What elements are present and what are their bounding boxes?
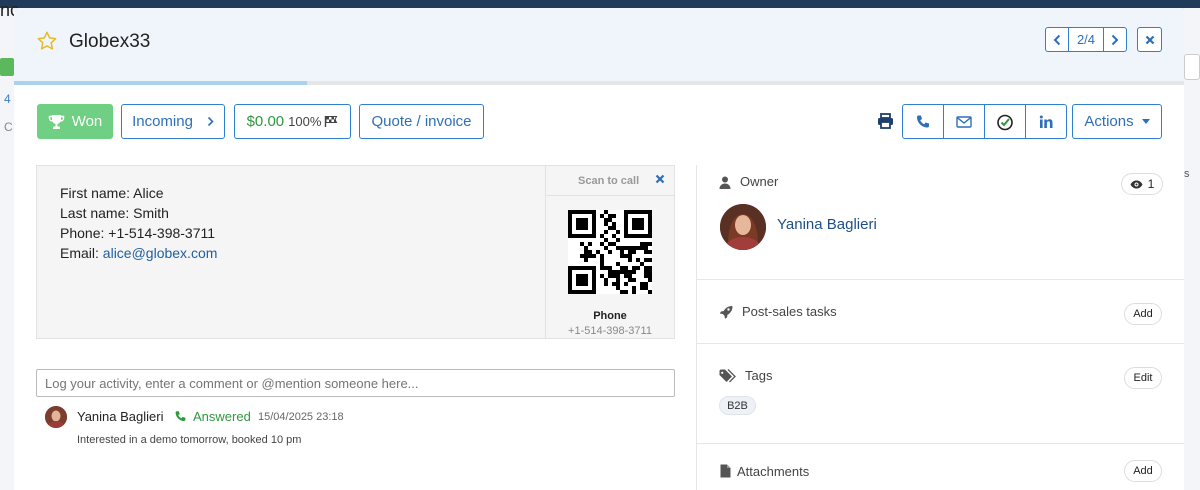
background-right-box [1184,54,1200,80]
call-button[interactable] [902,104,944,139]
activity-status: Answered [174,409,251,424]
quote-invoice-button[interactable]: Quote / invoice [359,104,484,139]
deal-probability: 100% [288,114,322,129]
background-green-badge [0,58,14,76]
background-right-text: s [1184,168,1190,180]
won-label: Won [71,113,103,130]
won-button[interactable]: Won [37,104,113,139]
close-icon [1145,35,1154,44]
background-topbar [0,0,1200,8]
linkedin-button[interactable] [1025,104,1067,139]
pipeline-progress [14,81,1184,85]
email-link[interactable]: alice@globex.com [103,245,218,261]
phone-icon [917,115,929,127]
eye-icon [1130,180,1143,188]
envelope-icon [956,115,972,128]
activity-input[interactable] [36,369,675,397]
phone-icon [175,411,186,421]
section-divider [697,443,1184,444]
background-left-letter: C [4,120,13,134]
first-name: First name: Alice [60,185,164,201]
stage-button[interactable]: Incoming [121,104,225,139]
actions-dropdown[interactable]: Actions [1072,104,1162,139]
last-name: Last name: Smith [60,205,169,221]
owner-name[interactable]: Yanina Baglieri [777,216,877,233]
close-qr-icon[interactable] [655,174,665,184]
rocket-icon [719,306,733,319]
post-sales-tasks-label: Post-sales tasks [742,304,837,319]
activity-timestamp: 15/04/2025 23:18 [258,411,344,423]
add-attachment-button[interactable]: Add [1124,460,1162,482]
contact-card: First name: Alice Last name: Smith Phone… [36,165,675,339]
column-divider [696,165,697,490]
user-icon [719,176,731,189]
check-circle-icon [997,114,1013,130]
qr-panel: Scan to call Phone +1-514-398-3711 [545,166,675,338]
close-modal-button[interactable] [1137,27,1162,52]
watchers-count: 1 [1147,177,1155,191]
print-icon[interactable] [877,113,894,129]
owner-label: Owner [740,174,779,189]
email-button[interactable] [943,104,985,139]
tags-label: Tags [745,368,773,383]
tag-chip[interactable]: B2B [719,396,756,415]
deal-amount: $0.00 [246,113,285,130]
contact-actions-group [902,104,1067,139]
activity-message: Interested in a demo tomorrow, booked 10… [77,434,302,446]
section-divider [697,343,1184,344]
attachments-label: Attachments [737,464,810,479]
contact-details: First name: Alice Last name: Smith Phone… [60,183,217,263]
qr-label: Phone [593,310,627,322]
stage-label: Incoming [132,113,193,130]
previous-record-button[interactable] [1045,27,1069,52]
linkedin-icon [1039,115,1053,128]
next-record-button[interactable] [1103,27,1127,52]
edit-tags-button[interactable]: Edit [1124,367,1162,389]
record-position: 2/4 [1069,27,1103,52]
phone: Phone: +1-514-398-3711 [60,225,216,241]
actions-label: Actions [1084,113,1134,130]
chevron-right-icon [1111,34,1119,45]
add-task-button[interactable]: Add [1124,303,1162,325]
background-left-panel: nc 4 C [0,0,19,490]
checkered-flag-icon [325,116,338,127]
watchers-button[interactable]: 1 [1121,173,1163,195]
scan-to-call-title: Scan to call [578,175,640,187]
file-icon [720,464,731,478]
activity-user[interactable]: Yanina Baglieri [77,409,163,424]
tags-icon [719,369,736,383]
modal-header: Globex33 2/4 [14,8,1184,82]
qr-phone: +1-514-398-3711 [568,325,652,337]
activity-status-label: Answered [193,409,251,424]
trophy-icon [48,114,64,129]
chevron-left-icon [1053,34,1061,45]
qr-header: Scan to call [546,166,675,196]
background-right-panel: s [1184,8,1200,490]
pipeline-progress-fill [14,81,307,85]
amount-button[interactable]: $0.00 100% [234,104,351,139]
record-pager: 2/4 [1045,27,1127,52]
avatar [45,406,67,428]
owner-avatar [720,204,766,250]
background-left-count: 4 [4,92,11,106]
task-button[interactable] [984,104,1026,139]
deal-modal: Globex33 2/4 Won Incoming $0.00 100% Quo… [14,8,1184,490]
caret-down-icon [1141,119,1150,124]
qr-code-image [568,210,652,294]
email-row: Email: alice@globex.com [60,243,217,263]
section-divider [697,279,1184,280]
chevron-right-icon [207,116,214,127]
deal-title: Globex33 [69,31,151,52]
favorite-star-icon[interactable] [36,30,58,52]
email-prefix: Email: [60,245,103,261]
